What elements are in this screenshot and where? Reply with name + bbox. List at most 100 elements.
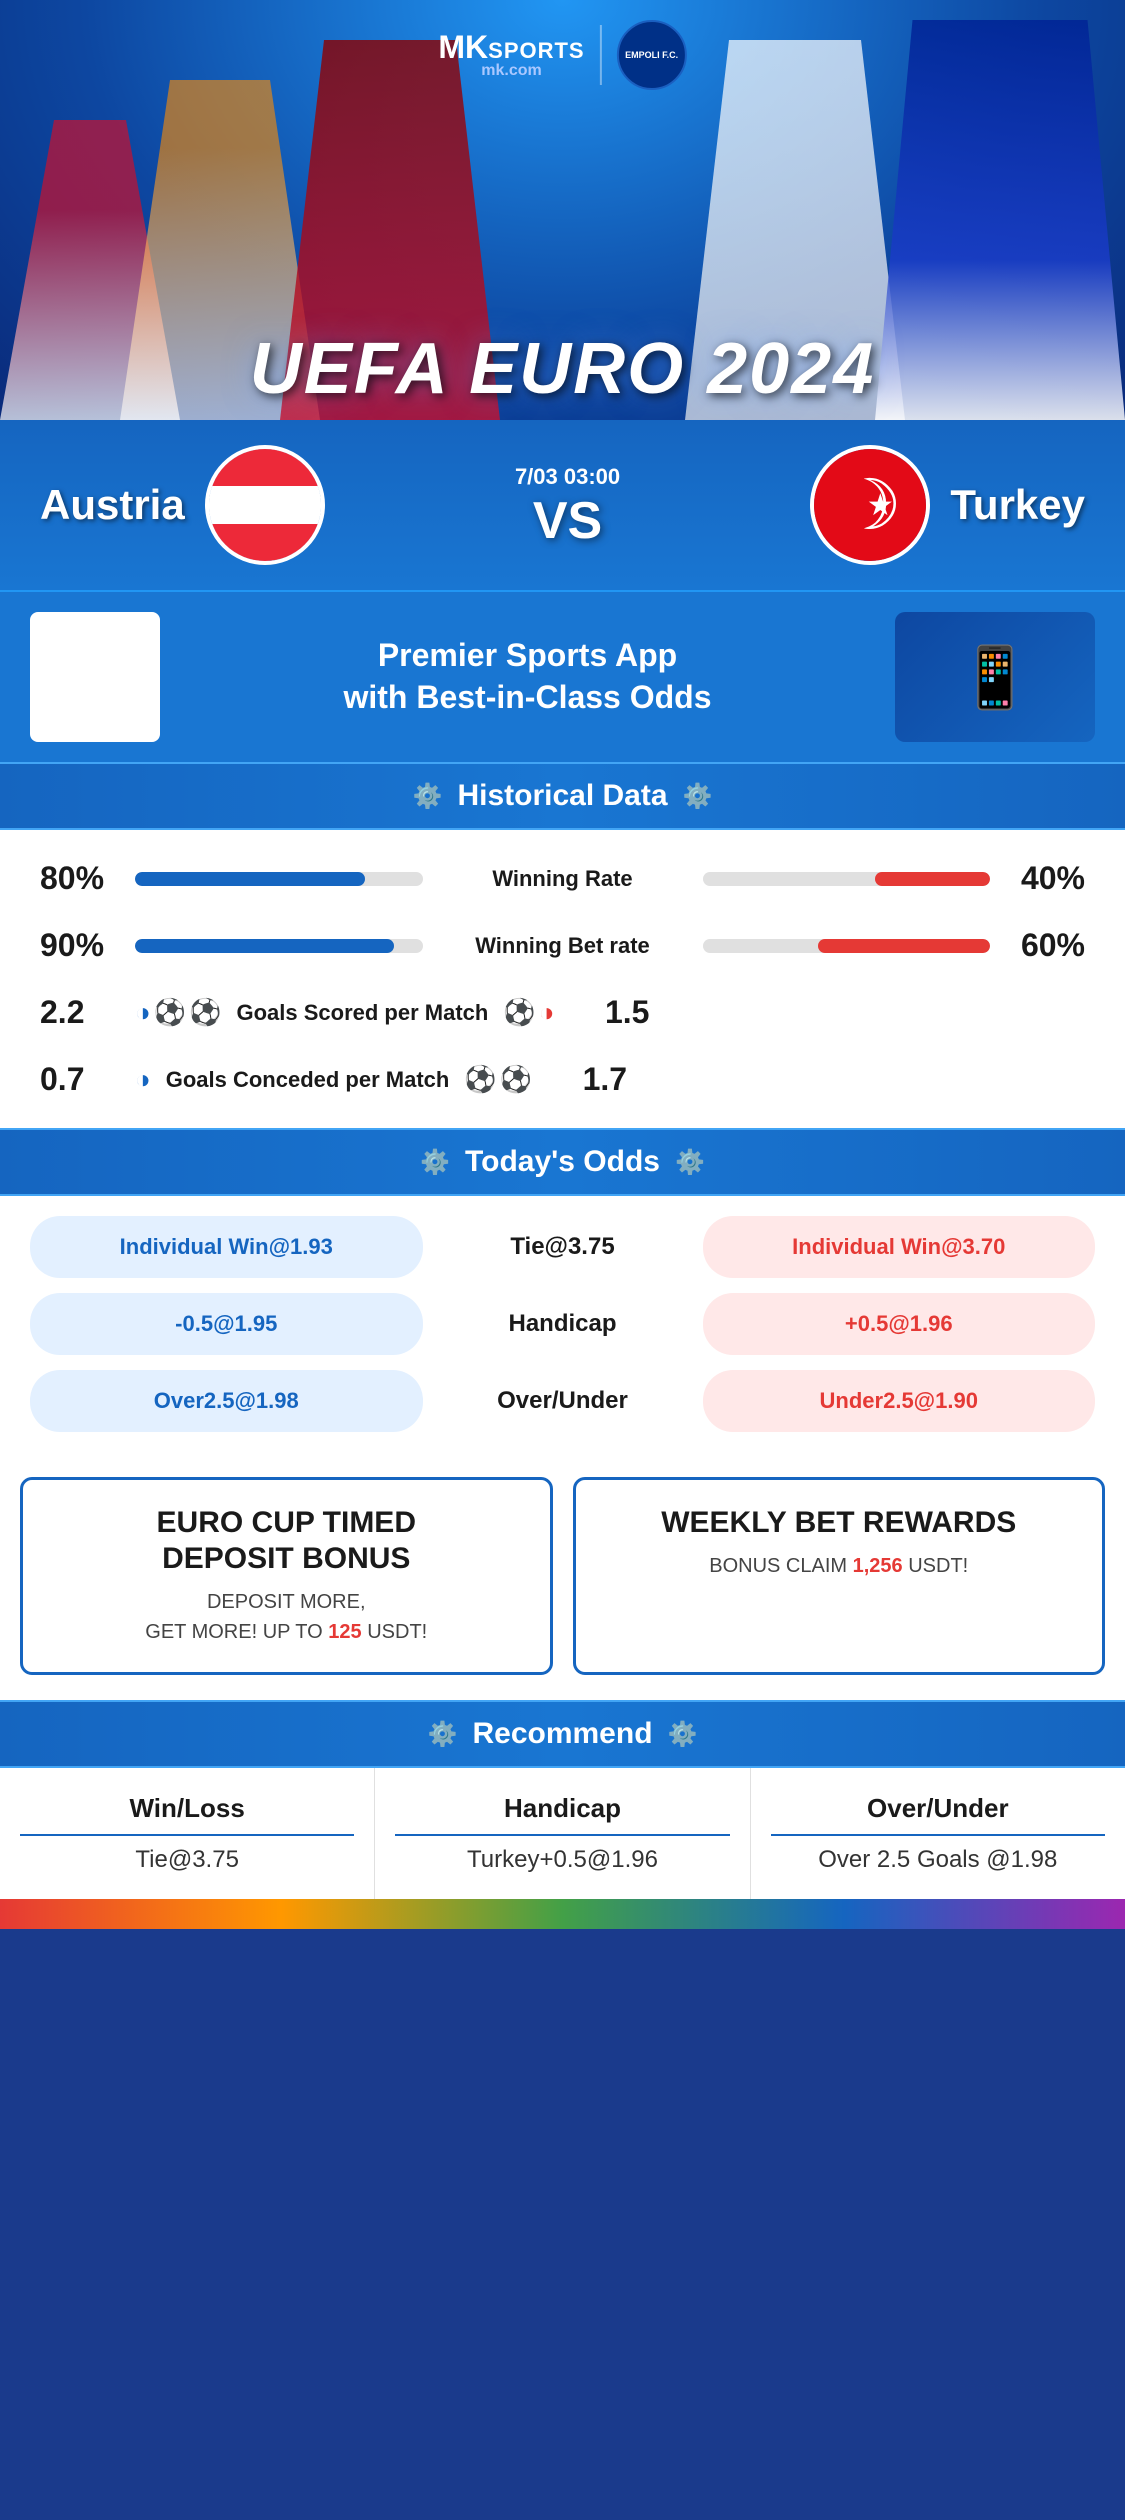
mk-site: mk.com <box>438 63 584 79</box>
over-btn[interactable]: Over2.5@1.98 <box>30 1370 423 1432</box>
euro-title: UEFA EURO 2024 <box>250 328 876 410</box>
away-goals-conceded: 1.7 <box>547 1061 627 1098</box>
away-winning-bar <box>703 872 991 886</box>
historical-header: ⚙️ Historical Data ⚙️ <box>0 762 1125 830</box>
historical-section: 80% Winning Rate 40% 90% Winning Bet rat… <box>0 830 1125 1128</box>
deposit-highlight: 125 <box>328 1621 361 1643</box>
odds-row-3: Over2.5@1.98 Over/Under Under2.5@1.90 <box>30 1370 1095 1432</box>
weekly-highlight: 1,256 <box>853 1555 903 1577</box>
away-handicap-btn[interactable]: +0.5@1.96 <box>703 1293 1096 1355</box>
home-handicap-btn[interactable]: -0.5@1.95 <box>30 1293 423 1355</box>
odds-row-1: Individual Win@1.93 Tie@3.75 Individual … <box>30 1216 1095 1278</box>
home-goals-conceded: 0.7 <box>40 1061 120 1098</box>
under-btn[interactable]: Under2.5@1.90 <box>703 1370 1096 1432</box>
match-center: 7/03 03:00 VS <box>515 464 620 547</box>
handicap-label: Handicap <box>433 1310 693 1338</box>
odds-title: Today's Odds <box>465 1145 660 1179</box>
deposit-bonus-title: EURO CUP TIMEDDEPOSIT BONUS <box>43 1505 530 1577</box>
austria-flag-circle <box>205 445 325 565</box>
odds-header: ⚙️ Today's Odds ⚙️ <box>0 1128 1125 1196</box>
home-goals-icons: ◑ ⚽ ⚽ <box>135 997 221 1028</box>
away-bet-bar <box>703 939 991 953</box>
austria-flag-top <box>209 449 321 486</box>
recommend-icon-right: ⚙️ <box>668 1720 698 1749</box>
soccer-ball-icon-2: ⚽ <box>189 997 221 1028</box>
austria-flag-bot <box>209 524 321 561</box>
stat-row-winning-rate: 80% Winning Rate 40% <box>40 860 1085 897</box>
phone-icon: 📱 <box>958 642 1033 713</box>
turkey-star-icon: ★ <box>867 488 894 523</box>
overunder-col-title: Over/Under <box>771 1793 1105 1836</box>
soccer-ball-icon-1: ⚽ <box>154 997 186 1028</box>
home-bet-bar-fill <box>135 939 394 953</box>
half-ball-icon-2: ◑ <box>135 1064 151 1095</box>
deposit-bonus-card: EURO CUP TIMEDDEPOSIT BONUS DEPOSIT MORE… <box>20 1477 553 1675</box>
home-winning-bar-fill <box>135 872 365 886</box>
goals-conceded-label: Goals Conceded per Match <box>166 1067 450 1093</box>
logo-divider <box>600 25 602 85</box>
recommend-icon-left: ⚙️ <box>428 1720 458 1749</box>
player-silhouette-5 <box>875 20 1125 420</box>
recommend-winloss: Win/Loss Tie@3.75 <box>0 1768 375 1899</box>
stat-row-goals-conceded: 0.7 ◑ Goals Conceded per Match ⚽ ⚽ 1.7 <box>40 1061 1085 1098</box>
overunder-col-value: Over 2.5 Goals @1.98 <box>771 1846 1105 1874</box>
home-conceded-icons: ◑ <box>135 1064 151 1095</box>
historical-icon-right: ⚙️ <box>683 782 713 811</box>
mk-sports-logo: MKSPORTS mk.com <box>438 31 584 79</box>
recommend-header: ⚙️ Recommend ⚙️ <box>0 1700 1125 1768</box>
winloss-col-value: Tie@3.75 <box>20 1846 354 1874</box>
home-winning-bar <box>135 872 423 886</box>
away-winning-bar-fill <box>875 872 990 886</box>
away-team-name: Turkey <box>950 481 1085 529</box>
stat-row-goals-scored: 2.2 ◑ ⚽ ⚽ Goals Scored per Match ⚽ ◑ 1.5 <box>40 994 1085 1031</box>
away-individual-win-btn[interactable]: Individual Win@3.70 <box>703 1216 1096 1278</box>
recommend-handicap: Handicap Turkey+0.5@1.96 <box>375 1768 750 1899</box>
winning-rate-label: Winning Rate <box>438 866 688 892</box>
euro-title-text: UEFA EURO 2024 <box>250 328 876 410</box>
away-conceded-icons: ⚽ ⚽ <box>464 1064 532 1095</box>
odds-section: Individual Win@1.93 Tie@3.75 Individual … <box>0 1196 1125 1452</box>
odds-icon-right: ⚙️ <box>675 1148 705 1177</box>
tie-odds: Tie@3.75 <box>433 1233 693 1261</box>
app-screens: 📱 <box>895 612 1095 742</box>
stat-row-winning-bet: 90% Winning Bet rate 60% <box>40 927 1085 964</box>
home-goals-scored: 2.2 <box>40 994 120 1031</box>
match-date: 7/03 03:00 <box>515 464 620 490</box>
soccer-ball-icon-4: ⚽ <box>464 1064 496 1095</box>
soccer-ball-icon-5: ⚽ <box>500 1064 532 1095</box>
weekly-rewards-desc: BONUS CLAIM 1,256 USDT! <box>596 1551 1083 1581</box>
austria-flag <box>209 449 321 561</box>
home-individual-win-btn[interactable]: Individual Win@1.93 <box>30 1216 423 1278</box>
match-section: Austria 7/03 03:00 VS ☽ ★ Turkey <box>0 420 1125 590</box>
half-circle-icon: ◑ <box>135 997 151 1028</box>
away-goals-scored: 1.5 <box>569 994 649 1031</box>
recommend-overunder: Over/Under Over 2.5 Goals @1.98 <box>751 1768 1125 1899</box>
weekly-rewards-card: WEEKLY BET REWARDS BONUS CLAIM 1,256 USD… <box>573 1477 1106 1675</box>
odds-icon-left: ⚙️ <box>420 1148 450 1177</box>
away-goals-icons: ⚽ ◑ <box>503 997 554 1028</box>
half-ball-icon: ◑ <box>539 997 555 1028</box>
home-winning-rate: 80% <box>40 860 120 897</box>
promo-text: Premier Sports Appwith Best-in-Class Odd… <box>180 635 875 718</box>
home-team-name: Austria <box>40 481 185 529</box>
turkey-flag-circle: ☽ ★ <box>810 445 930 565</box>
winloss-col-title: Win/Loss <box>20 1793 354 1836</box>
away-bet-bar-fill <box>818 939 991 953</box>
handicap-col-value: Turkey+0.5@1.96 <box>395 1846 729 1874</box>
bonus-section: EURO CUP TIMEDDEPOSIT BONUS DEPOSIT MORE… <box>0 1452 1125 1700</box>
recommend-title: Recommend <box>472 1717 652 1751</box>
handicap-col-title: Handicap <box>395 1793 729 1836</box>
over-under-label: Over/Under <box>433 1387 693 1415</box>
header-banner: MKSPORTS mk.com EMPOLI F.C. UEFA EURO 20… <box>0 0 1125 420</box>
austria-flag-mid <box>209 486 321 523</box>
app-promo: Premier Sports Appwith Best-in-Class Odd… <box>0 590 1125 762</box>
home-bet-bar <box>135 939 423 953</box>
soccer-ball-icon-3: ⚽ <box>503 997 535 1028</box>
turkey-flag: ☽ ★ <box>814 449 926 561</box>
bottom-decoration <box>0 1899 1125 1929</box>
historical-icon-left: ⚙️ <box>413 782 443 811</box>
home-winning-bet: 90% <box>40 927 120 964</box>
qr-code <box>30 612 160 742</box>
promo-title: Premier Sports Appwith Best-in-Class Odd… <box>180 635 875 718</box>
odds-row-2: -0.5@1.95 Handicap +0.5@1.96 <box>30 1293 1095 1355</box>
